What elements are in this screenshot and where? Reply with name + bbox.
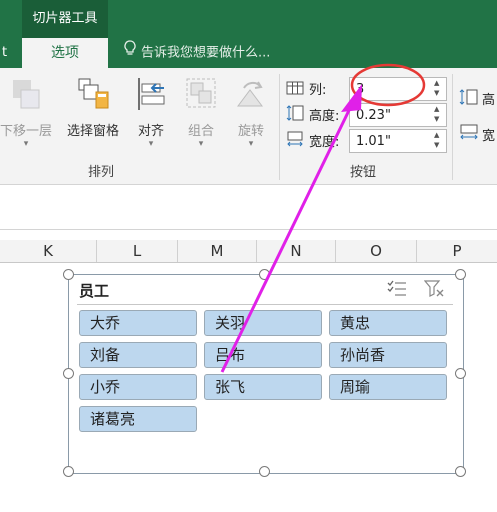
spin-down-icon[interactable]: ▼ [434,141,444,150]
spin-down-icon[interactable]: ▼ [434,115,444,124]
selection-pane-button[interactable]: 选择窗格 [62,76,124,139]
slicer-item[interactable]: 小乔 [79,374,197,400]
ribbon: 下移一层 ▾ 选择窗格 对齐 ▾ 组合 ▾ 旋转 ▾ 排列 列: 3 ▲ ▼ 高… [0,68,497,185]
size-width-label: 宽 [482,129,496,144]
size-width-icon [459,124,479,144]
resize-handle-bottom-right[interactable] [455,466,466,477]
rotate-button[interactable]: 旋转 ▾ [228,76,274,149]
resize-handle-right[interactable] [455,368,466,379]
column-header-n[interactable]: N [257,240,336,262]
chevron-down-icon: ▾ [148,139,154,149]
slicer-item[interactable]: 关羽 [204,310,322,336]
slicer-tools-context-tab: 切片器工具 [22,0,108,38]
rotate-icon [237,81,263,107]
slicer-title: 员工 [79,282,110,300]
multi-select-icon[interactable] [387,280,407,302]
tab-options[interactable]: 选项 [22,38,108,70]
send-backward-label: 下移一层 [0,124,52,139]
buttons-group-label: 按钮 [350,165,377,180]
formula-bar[interactable] [0,185,497,230]
group-separator [452,74,453,180]
button-width-input[interactable] [350,131,426,152]
column-header-o[interactable]: O [336,240,417,262]
chevron-down-icon: ▾ [23,139,29,149]
size-height-icon [459,88,479,110]
tab-partial[interactable]: t [0,38,7,68]
resize-handle-top-left[interactable] [63,269,74,280]
arrange-group-label: 排列 [88,165,115,180]
resize-handle-left[interactable] [63,368,74,379]
spin-up-icon[interactable]: ▲ [434,79,444,88]
selection-pane-label: 选择窗格 [66,124,119,139]
column-header-l[interactable]: L [97,240,178,262]
slicer-item[interactable]: 刘备 [79,342,197,368]
chevron-down-icon: ▾ [248,139,254,149]
align-button[interactable]: 对齐 ▾ [128,76,174,149]
column-header-m[interactable]: M [178,240,257,262]
slicer-item[interactable]: 周瑜 [329,374,447,400]
button-height-spinner[interactable]: ▲ ▼ [349,103,447,127]
slicer-item[interactable]: 张飞 [204,374,322,400]
size-height-label: 高 [482,93,496,108]
chevron-down-icon: ▾ [198,139,204,149]
align-label: 对齐 [137,124,164,139]
column-header-k[interactable]: K [0,240,97,262]
align-icon [138,78,165,110]
send-backward-button[interactable]: 下移一层 ▾ [0,76,60,149]
resize-handle-top[interactable] [259,269,270,280]
resize-handle-bottom-left[interactable] [63,466,74,477]
columns-input[interactable] [350,79,426,100]
columns-label: 列: [309,83,327,98]
button-height-input[interactable] [350,105,426,126]
clear-filter-icon[interactable] [423,280,446,302]
selection-pane-icon [78,78,109,109]
spin-up-icon[interactable]: ▲ [434,105,444,114]
group-button[interactable]: 组合 ▾ [178,76,224,149]
column-headers: K L M N O P [0,240,497,263]
tell-me-search[interactable]: 告诉我您想要做什么... [124,38,270,68]
group-separator [279,74,280,180]
spin-down-icon[interactable]: ▼ [434,89,444,98]
spin-up-icon[interactable]: ▲ [434,131,444,140]
column-header-p[interactable]: P [417,240,497,262]
slicer-header-divider [77,304,453,305]
button-height-label: 高度: [309,109,340,124]
columns-spinner[interactable]: ▲ ▼ [349,77,447,101]
resize-handle-bottom[interactable] [259,466,270,477]
group-icon [186,78,216,108]
columns-icon [286,80,304,99]
slicer[interactable]: 员工 大乔 关羽 黄忠 刘备 吕布 孙尚香 小乔 张飞 周瑜 诸葛亮 [68,274,464,474]
slicer-item[interactable]: 孙尚香 [329,342,447,368]
slicer-item[interactable]: 黄忠 [329,310,447,336]
button-height-icon [286,104,304,126]
button-width-label: 宽度: [309,135,340,150]
resize-handle-top-right[interactable] [455,269,466,280]
slicer-item[interactable]: 大乔 [79,310,197,336]
slicer-item[interactable]: 吕布 [204,342,322,368]
rotate-label: 旋转 [237,124,264,139]
send-backward-icon [13,80,40,109]
button-width-icon [286,131,304,151]
tell-me-placeholder: 告诉我您想要做什么... [141,45,271,61]
button-width-spinner[interactable]: ▲ ▼ [349,129,447,153]
slicer-item[interactable]: 诸葛亮 [79,406,197,432]
group-label: 组合 [187,124,214,139]
lightbulb-icon [124,38,136,68]
